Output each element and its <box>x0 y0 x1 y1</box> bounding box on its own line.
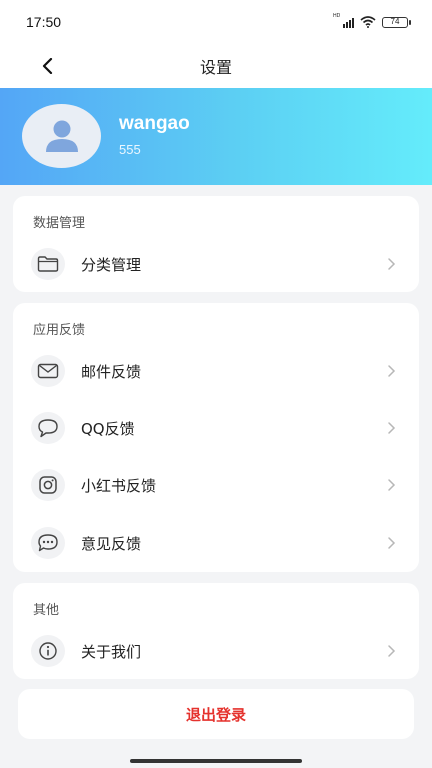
logout-label: 退出登录 <box>185 705 246 724</box>
profile-header[interactable]: wangao 555 <box>0 88 432 185</box>
mail-icon <box>37 363 59 379</box>
chat-bubble-icon <box>38 419 58 438</box>
row-label: QQ反馈 <box>81 420 135 438</box>
status-icons: HD 74 <box>333 13 411 28</box>
folder-icon <box>37 256 59 272</box>
wifi-icon <box>360 16 376 28</box>
row-xiaohongshu-feedback[interactable]: 小红书反馈 <box>13 463 419 507</box>
status-bar: 17:50 HD 74 <box>0 0 432 44</box>
row-label: 小红书反馈 <box>81 477 157 495</box>
battery-icon: 74 <box>382 16 411 28</box>
comment-dots-icon <box>38 534 58 552</box>
avatar[interactable] <box>22 104 101 168</box>
network-type-label: HD <box>333 13 341 19</box>
page-title: 设置 <box>199 58 232 77</box>
chevron-right-icon <box>388 537 396 549</box>
nav-bar: 设置 <box>0 44 432 88</box>
chevron-left-icon <box>42 58 53 74</box>
home-indicator[interactable] <box>130 759 302 763</box>
row-about-us[interactable]: 关于我们 <box>13 629 419 673</box>
info-icon <box>39 642 57 660</box>
row-label: 邮件反馈 <box>81 363 142 381</box>
row-label: 意见反馈 <box>81 535 142 553</box>
row-label: 分类管理 <box>81 256 142 274</box>
chevron-right-icon <box>388 479 396 491</box>
instagram-icon-wrap <box>31 469 65 501</box>
row-suggestion-feedback[interactable]: 意见反馈 <box>13 521 419 565</box>
info-icon-wrap <box>31 635 65 667</box>
folder-icon-wrap <box>31 248 65 280</box>
chevron-right-icon <box>388 365 396 377</box>
instagram-icon <box>39 476 57 494</box>
section-title-data: 数据管理 <box>33 216 86 231</box>
mail-icon-wrap <box>31 355 65 387</box>
row-email-feedback[interactable]: 邮件反馈 <box>13 349 419 393</box>
status-time: 17:50 <box>26 14 62 30</box>
data-management-card: 数据管理 分类管理 <box>13 196 419 292</box>
signal-icon: HD <box>333 13 354 28</box>
feedback-card: 应用反馈 邮件反馈 QQ反馈 小红书反馈 意见反馈 <box>13 303 419 572</box>
row-qq-feedback[interactable]: QQ反馈 <box>13 406 419 450</box>
chevron-right-icon <box>388 422 396 434</box>
chat-bubble-icon-wrap <box>31 412 65 444</box>
comment-dots-icon-wrap <box>31 527 65 559</box>
user-id: 555 <box>119 142 141 157</box>
logout-button[interactable]: 退出登录 <box>18 689 414 739</box>
username: wangao <box>119 113 190 134</box>
chevron-right-icon <box>388 645 396 657</box>
back-button[interactable] <box>36 54 60 78</box>
row-label: 关于我们 <box>81 643 142 661</box>
row-category-management[interactable]: 分类管理 <box>13 242 419 286</box>
other-card: 其他 关于我们 <box>13 583 419 679</box>
user-icon <box>45 120 78 152</box>
section-title-other: 其他 <box>33 603 60 618</box>
chevron-right-icon <box>388 258 396 270</box>
section-title-feedback: 应用反馈 <box>33 323 86 338</box>
